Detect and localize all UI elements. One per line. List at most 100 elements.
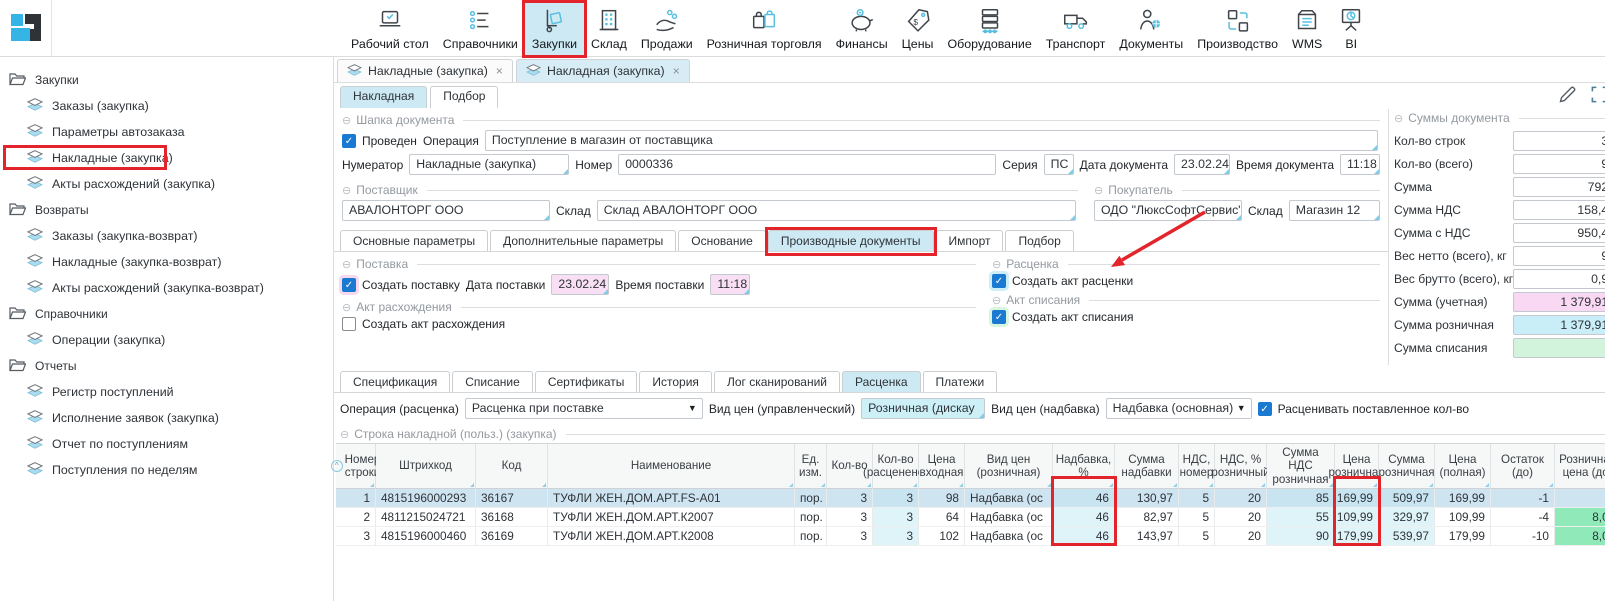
cell[interactable]: Надбавка (ос [965,489,1053,508]
cell[interactable]: 2 [336,508,376,527]
cell[interactable]: 85 [1267,489,1335,508]
toolbar-item-purchases[interactable]: Закупки [525,1,584,55]
cell[interactable]: 179,99 [1435,527,1491,546]
column-header[interactable]: Сумма розничная [1379,444,1435,489]
tab-invoice[interactable]: Накладная [340,86,427,108]
tree-item-orders-purchase[interactable]: Заказы (закупка) [0,93,333,119]
toolbar-item-equipment[interactable]: Оборудование [940,1,1038,55]
cell[interactable]: 3 [873,508,919,527]
cell[interactable]: -1 [1491,489,1555,508]
tree-item-receipt-register[interactable]: Регистр поступлений [0,379,333,405]
sum-field-gross-weight[interactable]: 0,9 [1513,269,1605,289]
cell[interactable]: 3 [873,489,919,508]
toolbar-item-finance[interactable]: Финансы [829,1,895,55]
tree-item-operations-purchase[interactable]: Операции (закупка) [0,327,333,353]
column-header[interactable]: Цена розничная [1335,444,1379,489]
toolbar-item-warehouse[interactable]: Склад [584,1,634,55]
cell[interactable]: 5 [1179,508,1215,527]
mgmt-price-type-field[interactable]: Розничная (дискау [861,398,985,419]
toolbar-item-desktop[interactable]: Рабочий стол [344,1,436,55]
cell[interactable]: 36168 [476,508,548,527]
column-header[interactable]: Надбавка, % [1053,444,1115,489]
sum-field-accounting[interactable]: 1 379,91 [1513,292,1605,312]
toolbar-item-documents[interactable]: Документы [1112,1,1190,55]
tree-item-discrepancy-acts-return[interactable]: Акты расхождений (закупка-возврат) [0,275,333,301]
tab-selection[interactable]: Подбор [430,86,498,108]
sum-field-qty-total[interactable]: 9 [1513,154,1605,174]
sum-field-rows-count[interactable]: 3 [1513,131,1605,151]
column-header[interactable]: Штрихкод [376,444,476,489]
close-icon[interactable]: × [673,64,680,78]
cell[interactable]: 3 [827,508,873,527]
reprice-operation-select[interactable]: Расценка при поставке [465,398,703,419]
tab-basis[interactable]: Основание [678,230,766,251]
close-icon[interactable]: × [496,64,503,78]
supplier-sklad-field[interactable]: Склад АВАЛОНТОРГ ООО [597,200,1076,221]
tab-writeoff[interactable]: Списание [452,371,533,392]
posted-checkbox[interactable] [342,134,356,148]
tab-extra-params[interactable]: Дополнительные параметры [490,230,676,251]
cell[interactable]: ТУФЛИ ЖЕН.ДОМ.АРТ.FS-A01 [548,489,795,508]
doc-time-field[interactable]: 11:18 [1340,154,1380,175]
sum-field-net-weight[interactable]: 9 [1513,246,1605,266]
column-header[interactable]: Цена (полная) [1435,444,1491,489]
sum-field-amount-with-vat[interactable]: 950,4 [1513,223,1605,243]
cell[interactable]: 3 [827,489,873,508]
tree-item-invoices-return[interactable]: Накладные (закупка-возврат) [0,249,333,275]
cell[interactable]: 169,99 [1335,489,1379,508]
tree-item-receipts-by-week[interactable]: Поступления по неделям [0,457,333,483]
cell[interactable]: -10 [1491,527,1555,546]
column-header[interactable]: Розничная цена (до) [1555,444,1605,489]
cell[interactable]: 102 [919,527,965,546]
tree-group-purchases[interactable]: Закупки [0,67,333,93]
tree-group-returns[interactable]: Возвраты [0,197,333,223]
cell[interactable]: 109,99 [1435,508,1491,527]
toolbar-item-transport[interactable]: Транспорт [1039,1,1113,55]
cell[interactable]: 3 [873,527,919,546]
tree-item-receipt-report[interactable]: Отчет по поступлениям [0,431,333,457]
sum-field-writeoff[interactable] [1513,338,1605,358]
toolbar-item-retail[interactable]: Розничная торговля [700,1,829,55]
edit-pencil-icon[interactable] [1557,84,1578,108]
cell[interactable]: 5 [1179,489,1215,508]
tree-group-references[interactable]: Справочники [0,301,333,327]
create-discrepancy-checkbox[interactable] [342,317,356,331]
cell[interactable]: 539,97 [1379,527,1435,546]
operation-field[interactable]: Поступление в магазин от поставщика [485,130,1378,151]
cell[interactable]: 179,99 [1335,527,1379,546]
cell[interactable]: 3 [336,527,376,546]
doc-tab-invoice-document[interactable]: Накладная (закупка) × [516,59,690,82]
cell[interactable]: 46 [1053,489,1115,508]
cell[interactable]: пор. [795,508,827,527]
cell[interactable]: 98 [919,489,965,508]
toolbar-item-sales[interactable]: Продажи [634,1,700,55]
supplier-name-field[interactable]: АВАЛОНТОРГ ООО [342,200,550,221]
column-header[interactable]: Ед. изм. [795,444,827,489]
reprice-delivered-qty-checkbox[interactable] [1258,402,1272,416]
tree-item-autoorder-params[interactable]: Параметры автозаказа [0,119,333,145]
tree-group-reports[interactable]: Отчеты [0,353,333,379]
cell[interactable]: 4815196000460 [376,527,476,546]
tree-item-invoices-purchase[interactable]: Накладные (закупка) [0,145,333,171]
cell[interactable]: 130,97 [1115,489,1179,508]
cell[interactable]: Надбавка (ос [965,508,1053,527]
cell[interactable]: 169,99 [1435,489,1491,508]
cell[interactable]: 509,97 [1379,489,1435,508]
delivery-time-field[interactable]: 11:18 [710,274,750,295]
markup-price-type-select[interactable]: Надбавка (основная) [1106,398,1252,419]
cell[interactable]: 55 [1267,508,1335,527]
toolbar-item-production[interactable]: Производство [1190,1,1285,55]
create-delivery-checkbox[interactable] [342,278,356,292]
cell[interactable]: пор. [795,527,827,546]
cell[interactable]: 90 [1267,527,1335,546]
tab-payments[interactable]: Платежи [923,371,998,392]
tab-main-params[interactable]: Основные параметры [340,230,488,251]
cell[interactable]: 46 [1053,508,1115,527]
series-field[interactable]: ПС [1044,154,1074,175]
toolbar-item-bi[interactable]: BI [1329,1,1373,55]
cell[interactable]: 109,99 [1335,508,1379,527]
cell[interactable]: 4815196000293 [376,489,476,508]
column-header[interactable]: Наименование [548,444,795,489]
tree-item-discrepancy-acts-purchase[interactable]: Акты расхождений (закупка) [0,171,333,197]
sum-field-retail[interactable]: 1 379,91 [1513,315,1605,335]
